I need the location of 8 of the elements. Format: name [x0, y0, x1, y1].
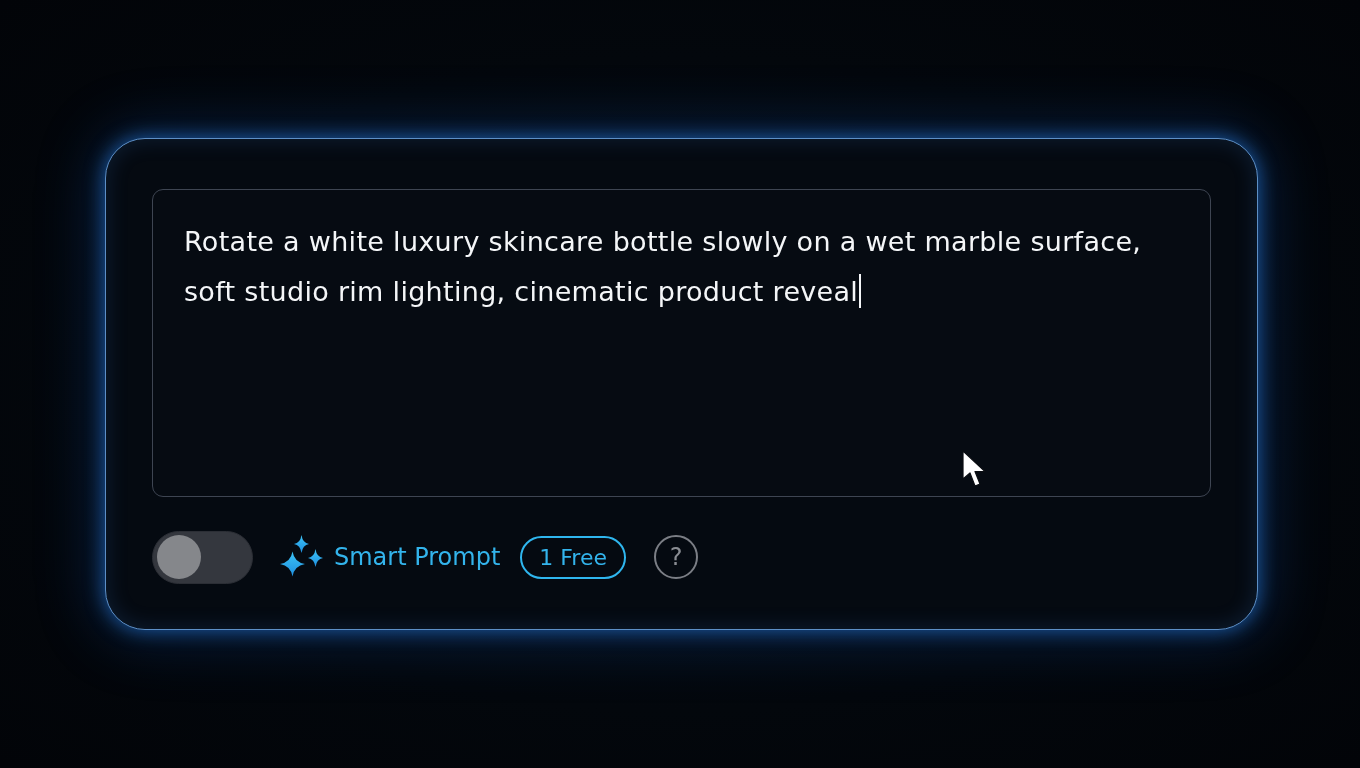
prompt-input-field[interactable]: Rotate a white luxury skincare bottle slowly on a wet marble surface, soft studio rim lighting, cinematic product reveal	[152, 189, 1211, 497]
sparkle-icon	[279, 535, 323, 579]
mouse-pointer-icon	[962, 450, 988, 489]
smart-prompt-label: Smart Prompt	[334, 543, 501, 571]
smart-prompt-toggle[interactable]	[152, 530, 253, 584]
text-cursor-icon	[859, 274, 862, 308]
free-count-badge: 1 Free	[520, 535, 626, 579]
help-button[interactable]: ?	[654, 535, 698, 579]
